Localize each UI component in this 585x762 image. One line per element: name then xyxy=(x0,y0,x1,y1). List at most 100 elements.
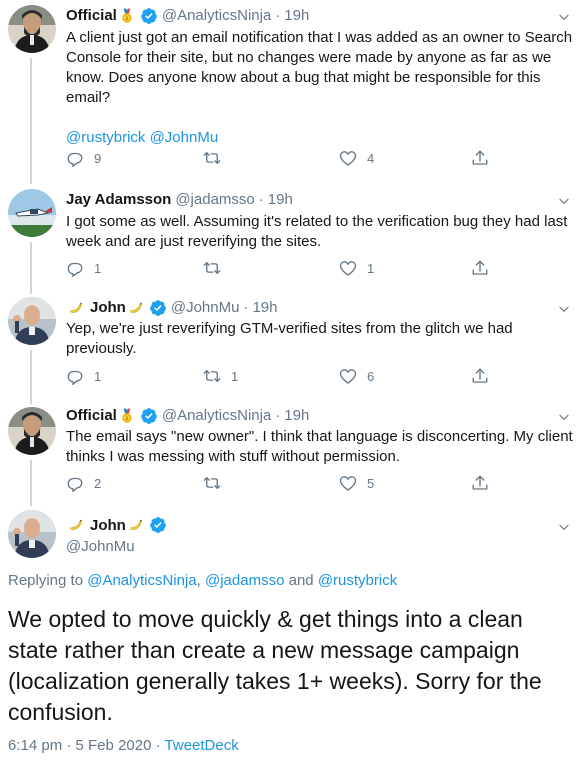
user-handle[interactable]: @jadamsso xyxy=(175,190,254,210)
retweet-button[interactable]: 1 xyxy=(203,367,238,385)
heart-icon xyxy=(339,474,357,492)
user-handle[interactable]: @JohnMu xyxy=(171,298,240,318)
tweet-text: I got some as well. Assuming it's relate… xyxy=(66,212,575,252)
like-count: 5 xyxy=(367,475,375,491)
display-name[interactable]: John xyxy=(90,298,126,318)
like-count: 6 xyxy=(367,368,375,384)
thread-line xyxy=(30,242,32,294)
user-handle[interactable]: @JohnMu xyxy=(66,538,135,555)
retweet-icon xyxy=(203,149,221,167)
chevron-down-icon[interactable] xyxy=(557,302,571,316)
thread-line xyxy=(30,460,32,506)
text-line: Console for their site, but no changes w… xyxy=(66,49,552,66)
verified-badge-icon xyxy=(140,407,158,425)
like-button[interactable]: 4 xyxy=(339,149,374,167)
thread-line xyxy=(30,58,32,184)
replying-label: Replying to xyxy=(8,572,84,589)
share-icon xyxy=(471,149,489,167)
retweet-button[interactable] xyxy=(203,149,231,167)
avatar[interactable] xyxy=(8,407,56,455)
retweet-button[interactable] xyxy=(203,474,231,492)
display-name[interactable]: Official xyxy=(66,406,117,426)
share-button[interactable] xyxy=(471,149,489,167)
avatar[interactable] xyxy=(8,297,56,345)
reply-mention[interactable]: @jadamsso xyxy=(205,572,284,589)
like-button[interactable]: 5 xyxy=(339,474,374,492)
banana-emoji-icon xyxy=(68,300,84,316)
meta-separator: · xyxy=(66,737,72,754)
banana-emoji-icon xyxy=(128,517,144,533)
tweet-header: Official @AnalyticsNinja · 19h xyxy=(66,6,545,26)
reply-separator: , xyxy=(196,572,201,589)
text-line: A client just got an email notification … xyxy=(66,29,573,46)
meta-separator: · xyxy=(155,737,161,754)
text-line: state rather than create a new message c… xyxy=(8,637,520,663)
retweet-count: 1 xyxy=(231,368,239,384)
reply-and: and xyxy=(288,572,314,589)
separator-dot: · xyxy=(275,7,281,24)
text-line: confusion. xyxy=(8,699,113,725)
like-button[interactable]: 6 xyxy=(339,367,374,385)
timestamp[interactable]: 19h xyxy=(268,190,293,210)
reply-count: 1 xyxy=(94,368,102,384)
reply-mention[interactable]: @rustybrick xyxy=(318,572,397,589)
avatar[interactable] xyxy=(8,5,56,53)
tweet-time[interactable]: 6:14 pm xyxy=(8,737,62,754)
tweet-header: Jay Adamsson @jadamsso · 19h xyxy=(66,190,545,210)
timestamp[interactable]: 19h xyxy=(284,406,309,426)
share-icon xyxy=(471,474,489,492)
mentions[interactable]: @rustybrick @JohnMu xyxy=(66,128,575,148)
chevron-down-icon[interactable] xyxy=(557,10,571,24)
like-count: 1 xyxy=(367,260,375,276)
chevron-down-icon[interactable] xyxy=(557,194,571,208)
action-bar: 9 4 xyxy=(66,149,506,169)
display-name[interactable]: John xyxy=(90,517,126,534)
user-handle[interactable]: @AnalyticsNinja xyxy=(162,406,271,426)
text-line: (localization generally takes 1+ weeks).… xyxy=(8,668,542,694)
timestamp[interactable]: 19h xyxy=(284,6,309,26)
text-line: know. Does anyone know about a bug that … xyxy=(66,69,541,86)
reply-icon xyxy=(66,474,84,492)
separator-dot: · xyxy=(275,407,281,424)
tweet-text: Yep, we're just reverifying GTM-verified… xyxy=(66,319,575,359)
reply-mention[interactable]: @AnalyticsNinja xyxy=(87,572,196,589)
reply-button[interactable]: 9 xyxy=(66,149,101,167)
share-button[interactable] xyxy=(471,474,489,492)
tweet-source[interactable]: TweetDeck xyxy=(165,737,239,754)
retweet-button[interactable] xyxy=(203,259,231,277)
tweet-header: John @JohnMu · 19h xyxy=(66,298,545,318)
tweet-header: Official @AnalyticsNinja · 19h xyxy=(66,406,545,426)
heart-icon xyxy=(339,149,357,167)
reply-icon xyxy=(66,367,84,385)
banana-emoji-icon xyxy=(68,517,84,533)
tweet-text: The email says "new owner". I think that… xyxy=(66,427,575,467)
reply-icon xyxy=(66,259,84,277)
share-icon xyxy=(471,367,489,385)
share-button[interactable] xyxy=(471,367,489,385)
display-name[interactable]: Official xyxy=(66,6,117,26)
retweet-icon xyxy=(203,474,221,492)
text-line: We opted to move quickly & get things in… xyxy=(8,606,523,632)
reply-button[interactable]: 1 xyxy=(66,259,101,277)
text-line: The email says "new owner". I think that… xyxy=(66,428,573,445)
like-button[interactable]: 1 xyxy=(339,259,374,277)
retweet-icon xyxy=(203,259,221,277)
share-button[interactable] xyxy=(471,259,489,277)
banana-emoji-icon xyxy=(128,300,144,316)
thread-line xyxy=(30,350,32,404)
display-name[interactable]: Jay Adamsson xyxy=(66,190,171,210)
tweet-meta: 6:14 pm · 5 Feb 2020 · TweetDeck xyxy=(8,737,239,754)
reply-button[interactable]: 1 xyxy=(66,367,101,385)
share-icon xyxy=(471,259,489,277)
chevron-down-icon[interactable] xyxy=(557,410,571,424)
user-handle[interactable]: @AnalyticsNinja xyxy=(162,6,271,26)
reply-button[interactable]: 2 xyxy=(66,474,101,492)
tweet-date[interactable]: 5 Feb 2020 xyxy=(76,737,152,754)
avatar[interactable] xyxy=(8,189,56,237)
avatar[interactable] xyxy=(8,510,56,558)
timestamp[interactable]: 19h xyxy=(252,298,277,318)
text-line: week and are just reverifying the sites. xyxy=(66,233,322,250)
chevron-down-icon[interactable] xyxy=(557,520,571,534)
display-name-row: John xyxy=(66,516,167,534)
reply-count: 9 xyxy=(94,150,102,166)
